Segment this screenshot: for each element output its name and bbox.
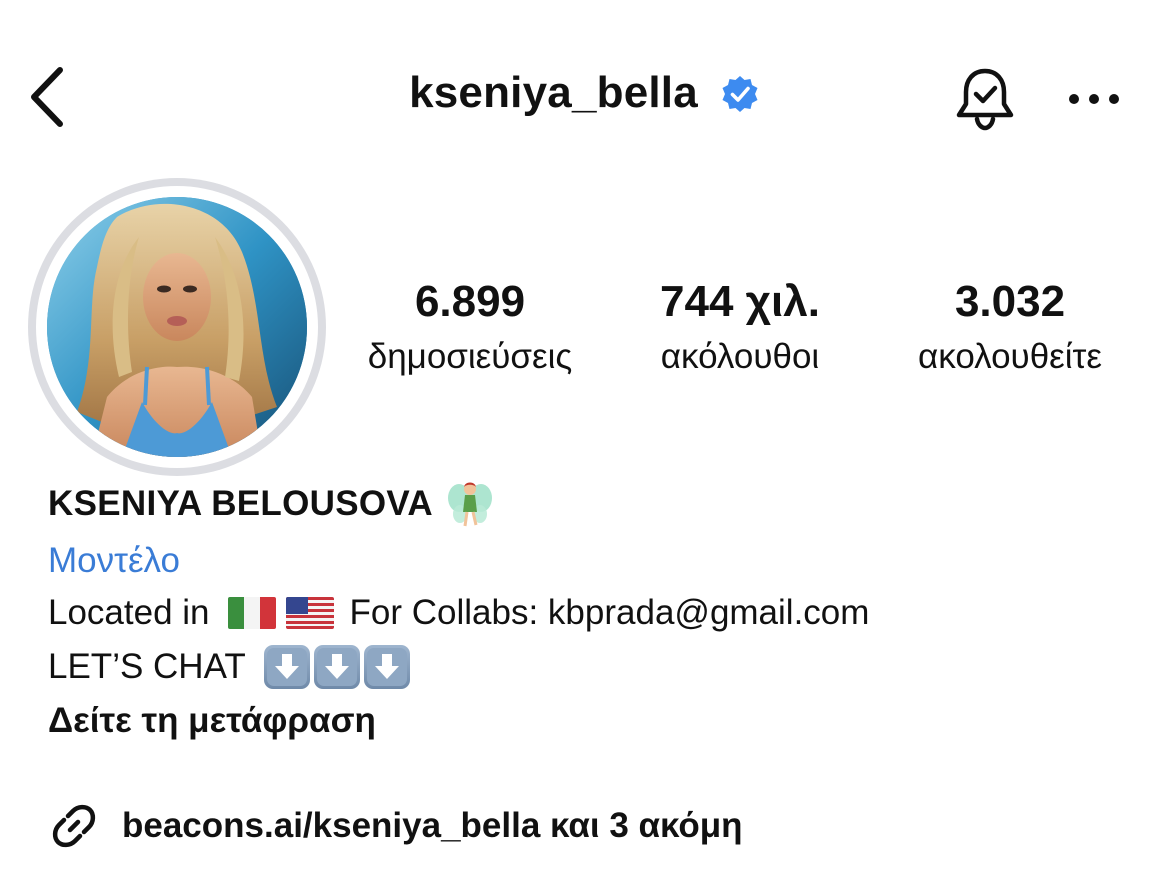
link-icon bbox=[52, 804, 96, 848]
down-arrow-emoji bbox=[313, 645, 360, 689]
bio-chat-text: LET’S CHAT bbox=[48, 647, 246, 686]
usa-flag bbox=[285, 597, 334, 629]
category-label[interactable]: Μοντέλο bbox=[48, 536, 1148, 586]
following-label: ακολουθείτε bbox=[918, 337, 1102, 376]
posts-count: 6.899 bbox=[414, 277, 526, 326]
username-title: kseniya_bella bbox=[409, 68, 698, 117]
italy-flag bbox=[227, 597, 276, 629]
down-arrow-emoji bbox=[363, 645, 410, 689]
fairy-emoji bbox=[448, 482, 492, 527]
see-translation-link[interactable]: Δείτε τη μετάφραση bbox=[48, 694, 1148, 748]
profile-bio: KSENIYA BELOUSOVA Μοντέλο Located in For… bbox=[48, 478, 1148, 748]
bio-location-prefix: Located in bbox=[48, 593, 210, 632]
posts-label: δημοσιεύσεις bbox=[367, 337, 573, 376]
posts-stat[interactable]: 6.899 δημοσιεύσεις bbox=[340, 278, 600, 380]
followers-label: ακόλουθοι bbox=[660, 337, 820, 376]
avatar-gap bbox=[36, 186, 318, 468]
avatar bbox=[47, 197, 307, 457]
bio-collabs-text: For Collabs: kbprada@gmail.com bbox=[349, 593, 870, 632]
more-options-button[interactable] bbox=[1062, 74, 1126, 124]
following-count: 3.032 bbox=[954, 277, 1066, 326]
followers-count: 744 χιλ. bbox=[660, 277, 820, 326]
followers-stat[interactable]: 744 χιλ. ακόλουθοι bbox=[630, 278, 850, 380]
full-name: KSENIYA BELOUSOVA bbox=[48, 484, 433, 523]
bio-line-chat: LET’S CHAT bbox=[48, 640, 1148, 694]
profile-link[interactable]: beacons.ai/kseniya_bella και 3 ακόμη bbox=[48, 800, 743, 852]
bell-check-icon bbox=[956, 68, 1014, 131]
full-name-row: KSENIYA BELOUSOVA bbox=[48, 478, 1148, 530]
notifications-button[interactable] bbox=[950, 64, 1020, 134]
profile-avatar-ring[interactable] bbox=[28, 178, 326, 476]
down-arrow-emoji bbox=[263, 645, 310, 689]
link-text: beacons.ai/kseniya_bella και 3 ακόμη bbox=[122, 806, 743, 845]
more-horizontal-icon bbox=[1069, 94, 1119, 104]
following-stat[interactable]: 3.032 ακολουθείτε bbox=[880, 278, 1140, 380]
top-bar: kseniya_bella bbox=[0, 0, 1169, 190]
bio-line-location: Located in For Collabs: kbprada@gmail.co… bbox=[48, 586, 1148, 640]
profile-stats: 6.899 δημοσιεύσεις 744 χιλ. ακόλουθοι 3.… bbox=[340, 278, 1140, 388]
avatar-photo bbox=[47, 197, 307, 457]
verified-badge-icon bbox=[722, 76, 758, 112]
